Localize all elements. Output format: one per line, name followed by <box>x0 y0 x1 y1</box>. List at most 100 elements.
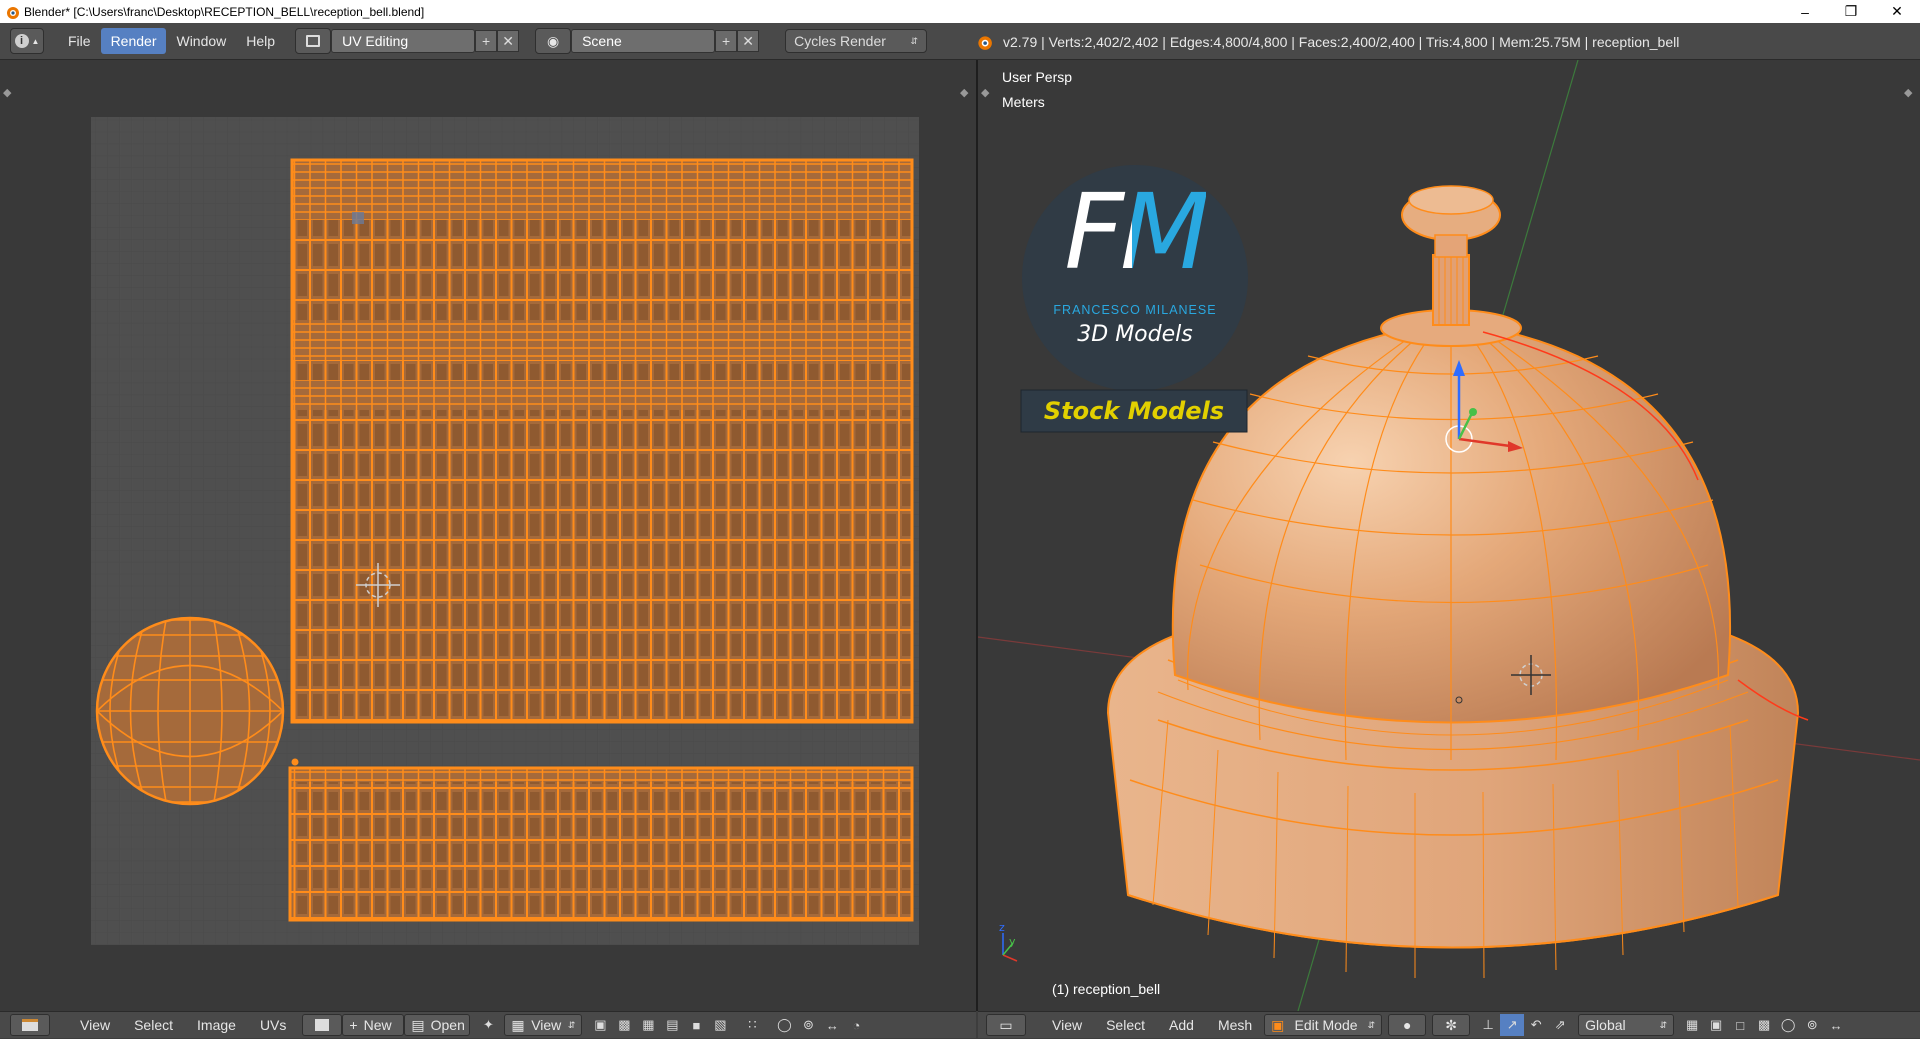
snap-icon[interactable]: ⊚ <box>1800 1014 1824 1036</box>
info-icon: i <box>14 34 29 48</box>
vp-menu-select[interactable]: Select <box>1094 1012 1157 1039</box>
vp-menu-add[interactable]: Add <box>1157 1012 1206 1039</box>
image-icon: ▦ <box>511 1016 525 1033</box>
sync-selection-icon[interactable]: ▩ <box>612 1014 636 1036</box>
region-toggle-icon[interactable]: ◆ <box>3 86 12 99</box>
sticky-select-icon[interactable]: ∷ <box>740 1014 764 1036</box>
interaction-mode-dropdown[interactable]: ▣ Edit Mode ⇵ <box>1264 1014 1383 1036</box>
close-button[interactable]: ✕ <box>1874 0 1920 23</box>
uv-island-base[interactable] <box>288 766 914 922</box>
viewport-shading-dropdown[interactable]: ● <box>1388 1014 1427 1036</box>
chevron-updown-icon: ▲ <box>31 36 40 46</box>
open-image-label: Open <box>430 1017 465 1033</box>
stats-text: v2.79 | Verts:2,402/2,402 | Edges:4,800/… <box>1003 33 1680 50</box>
face-select-icon[interactable]: ▩ <box>1752 1014 1776 1036</box>
layout-icon <box>306 35 321 47</box>
chevron-updown-icon: ⇵ <box>1659 1019 1668 1030</box>
minimize-button[interactable]: – <box>1782 0 1828 23</box>
edge-select-icon[interactable]: ▤ <box>660 1014 684 1036</box>
add-layout-button[interactable]: + <box>475 30 498 52</box>
uv-island-sphere[interactable] <box>95 616 285 806</box>
scene-statistics: v2.79 | Verts:2,402/2,402 | Edges:4,800/… <box>975 23 1679 60</box>
translate-manipulator-icon[interactable]: ↗ <box>1500 1014 1525 1036</box>
folder-icon: ▤ <box>411 1016 425 1033</box>
render-engine-label: Cycles Render <box>794 33 886 49</box>
remove-layout-button[interactable]: ✕ <box>497 30 520 52</box>
new-image-button[interactable]: + New <box>342 1014 405 1036</box>
blender-logo-icon <box>978 35 992 50</box>
viewport-shading-icon[interactable]: ◔ <box>844 1014 868 1036</box>
region-toggle-icon[interactable]: ◆ <box>1904 86 1913 99</box>
fm-tagline: 3D Models <box>1077 322 1193 347</box>
face-select-icon[interactable]: ■ <box>684 1014 708 1036</box>
info-header: i ▲ File Render Window Help UV Editing +… <box>0 23 1920 60</box>
region-toggle-icon[interactable]: ◆ <box>981 86 990 99</box>
scale-manipulator-icon[interactable]: ⇗ <box>1548 1014 1572 1036</box>
menu-file[interactable]: File <box>58 28 101 54</box>
transform-orientation-dropdown[interactable]: Global ⇵ <box>1578 1014 1675 1036</box>
remove-scene-button[interactable]: ✕ <box>737 30 760 52</box>
window-title: Blender* [C:\Users\franc\Desktop\RECEPTI… <box>24 4 425 19</box>
pin-icon[interactable]: ✦ <box>476 1014 500 1036</box>
vp-menu-mesh[interactable]: Mesh <box>1206 1012 1264 1039</box>
interaction-mode-label: Edit Mode <box>1294 1017 1358 1033</box>
uv-editor[interactable]: ◆ ◆ <box>0 60 976 1011</box>
fm-banner: Stock Models <box>1043 397 1225 425</box>
menu-render[interactable]: Render <box>100 28 167 54</box>
object-name-label: (1) reception_bell <box>1052 981 1161 997</box>
view-mode-dropdown[interactable]: ▦ View ⇵ <box>504 1014 583 1036</box>
uv-menu-uvs[interactable]: UVs <box>248 1012 298 1039</box>
scene-field[interactable]: Scene <box>571 29 716 53</box>
proportional-edit-icon[interactable]: ◯ <box>772 1014 796 1036</box>
chevron-updown-icon: ⇵ <box>910 35 919 46</box>
add-scene-button[interactable]: + <box>715 30 738 52</box>
chevron-updown-icon: ⇵ <box>567 1019 576 1030</box>
uv-menu-select[interactable]: Select <box>122 1012 185 1039</box>
chevron-updown-icon: ⇵ <box>1367 1019 1376 1030</box>
image-icon <box>315 1019 330 1031</box>
uv-vertex[interactable] <box>291 758 299 766</box>
viewport-header: ▭ View Select Add Mesh ▣ Edit Mode ⇵ ● ✼… <box>978 1011 1920 1038</box>
3d-viewport[interactable]: ◆ ◆ z y User Persp Meters (1) reception_… <box>978 60 1920 1011</box>
snap-icon[interactable]: ⊚ <box>796 1014 820 1036</box>
vp-menu-view[interactable]: View <box>1040 1012 1094 1039</box>
rotate-manipulator-icon[interactable]: ↶ <box>1524 1014 1548 1036</box>
vertex-select-icon[interactable]: ▣ <box>1704 1014 1728 1036</box>
snap-target-icon[interactable]: ↔ <box>1824 1014 1848 1036</box>
restore-button[interactable]: ❐ <box>1828 0 1874 23</box>
vertex-select-icon[interactable]: ▦ <box>636 1014 660 1036</box>
scene-selector[interactable]: ◉ <box>535 28 572 54</box>
open-image-button[interactable]: ▤ Open <box>404 1014 471 1036</box>
uv-menu-image[interactable]: Image <box>185 1012 248 1039</box>
svg-text:y: y <box>1009 935 1016 948</box>
island-select-icon[interactable]: ▧ <box>708 1014 732 1036</box>
uv-canvas[interactable]: ◆ ◆ <box>0 60 976 1011</box>
region-toggle-icon[interactable]: ◆ <box>960 86 969 99</box>
screen-layout-selector[interactable] <box>295 28 332 54</box>
units-label: Meters <box>1002 94 1045 110</box>
mesh-cube-icon: ▭ <box>999 1016 1013 1033</box>
screen-layout-field[interactable]: UV Editing <box>331 29 476 53</box>
fm-initials-text: FM <box>1064 171 1210 293</box>
edge-select-icon[interactable]: □ <box>1728 1014 1752 1036</box>
title-bar: Blender* [C:\Users\franc\Desktop\RECEPTI… <box>0 0 1920 23</box>
proportional-edit-icon[interactable]: ◯ <box>1776 1014 1800 1036</box>
uv-editor-header: View Select Image UVs + New ▤ Open ✦ ▦ V… <box>0 1011 976 1038</box>
pivot-icon[interactable]: ▣ <box>588 1014 612 1036</box>
svg-text:z: z <box>999 921 1005 934</box>
manipulator-toggle-icon[interactable]: ⊥ <box>1476 1014 1500 1036</box>
editor-type-button[interactable]: ▭ <box>986 1014 1026 1036</box>
editor-type-button[interactable]: i ▲ <box>10 28 44 54</box>
image-browse-button[interactable] <box>302 1014 343 1036</box>
editor-type-button[interactable] <box>10 1014 50 1036</box>
layers-icon[interactable]: ▦ <box>1680 1014 1704 1036</box>
fm-author: FRANCESCO MILANESE <box>1053 303 1217 317</box>
menu-help[interactable]: Help <box>236 28 285 54</box>
render-engine-dropdown[interactable]: Cycles Render ⇵ <box>785 29 928 53</box>
pivot-point-dropdown[interactable]: ✼ <box>1432 1014 1471 1036</box>
uv-island-body[interactable] <box>290 158 914 724</box>
transform-orientation-label: Global <box>1585 1017 1626 1033</box>
snap-target-icon[interactable]: ↔ <box>820 1014 844 1036</box>
menu-window[interactable]: Window <box>166 28 236 54</box>
uv-menu-view[interactable]: View <box>68 1012 122 1039</box>
